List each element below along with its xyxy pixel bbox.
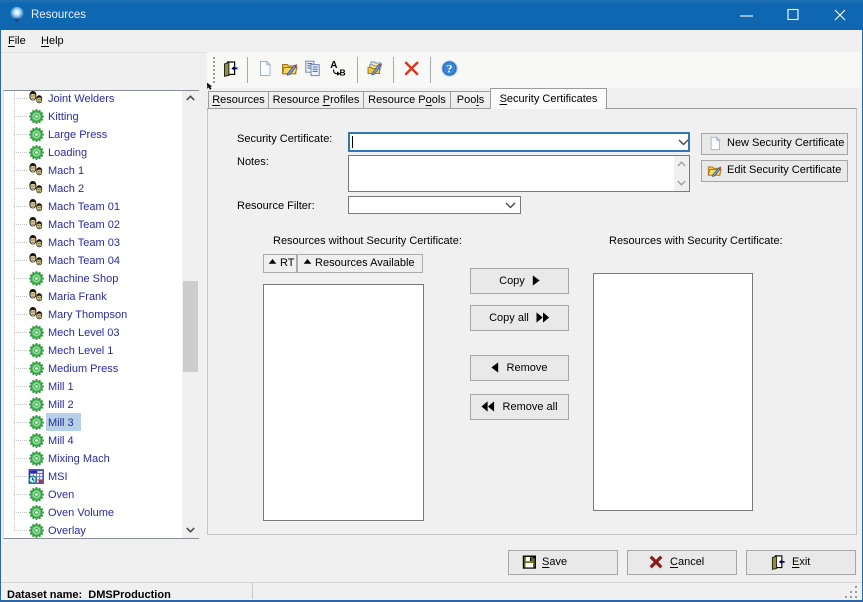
svg-text:A: A xyxy=(330,60,337,71)
svg-text:?: ? xyxy=(447,64,453,76)
svg-text:B: B xyxy=(340,68,346,77)
